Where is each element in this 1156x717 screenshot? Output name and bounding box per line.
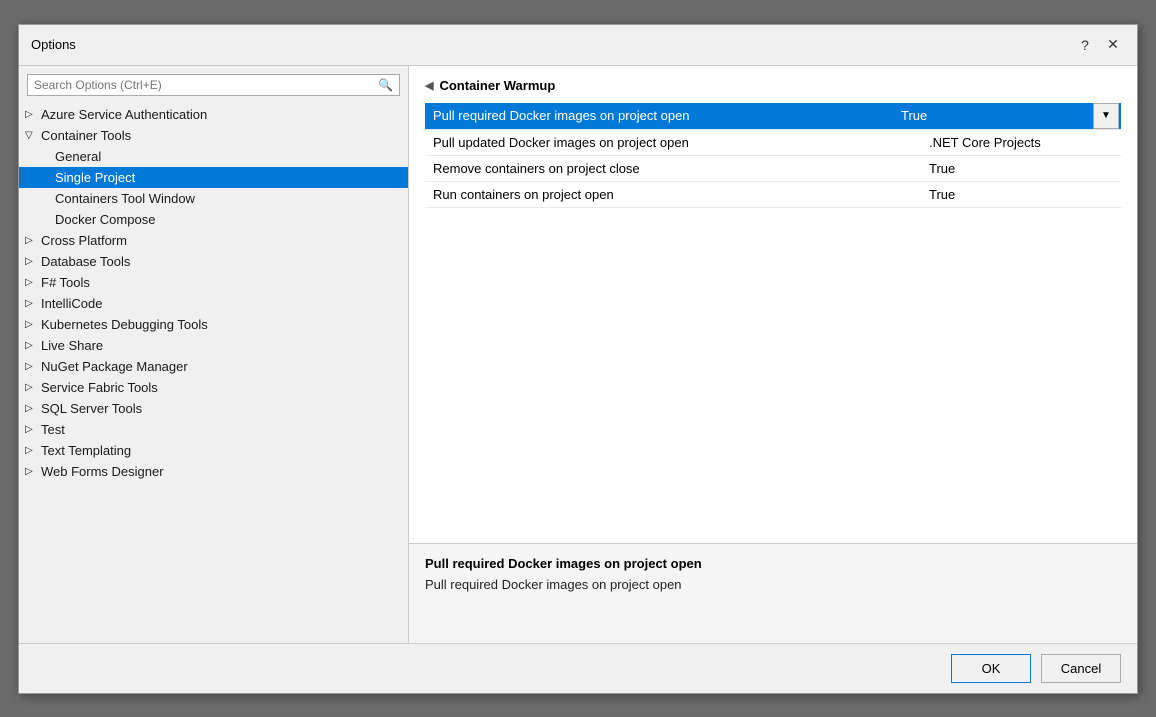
tree-item-azure-service-auth[interactable]: ▷ Azure Service Authentication [19,104,408,125]
tree-arrow-test: ▷ [25,424,37,435]
tree-label-text-templating: Text Templating [41,443,131,458]
search-box[interactable]: 🔍 [27,74,400,96]
tree-arrow-service-fabric: ▷ [25,382,37,393]
search-input[interactable] [34,78,378,92]
tree-item-service-fabric[interactable]: ▷ Service Fabric Tools [19,377,408,398]
tree-item-container-tools[interactable]: ▽ Container Tools [19,125,408,146]
prop-value-pull-required: True [893,104,1093,127]
tree-item-nuget-package[interactable]: ▷ NuGet Package Manager [19,356,408,377]
bottom-bar: OK Cancel [19,643,1137,693]
tree-item-sql-server[interactable]: ▷ SQL Server Tools [19,398,408,419]
description-text: Pull required Docker images on project o… [425,577,1121,592]
tree-label-kubernetes-debugging: Kubernetes Debugging Tools [41,317,208,332]
content-area: 🔍 ▷ Azure Service Authentication ▽ Containe… [19,66,1137,643]
tree-label-sql-server: SQL Server Tools [41,401,142,416]
prop-row-pull-updated[interactable]: Pull updated Docker images on project op… [425,130,1121,156]
tree-item-containers-tool-window[interactable]: Containers Tool Window [19,188,408,209]
tree-area: ▷ Azure Service Authentication ▽ Container … [19,104,408,643]
properties-area: ◀ Container Warmup Pull required Docker … [409,66,1137,543]
prop-value-run-containers: True [921,183,1121,206]
section-arrow-icon: ◀ [425,79,433,92]
prop-name-run-containers: Run containers on project open [425,183,921,206]
tree-item-text-templating[interactable]: ▷ Text Templating [19,440,408,461]
tree-label-single-project: Single Project [55,170,135,185]
tree-item-cross-platform[interactable]: ▷ Cross Platform [19,230,408,251]
help-button[interactable]: ? [1073,33,1097,57]
tree-item-database-tools[interactable]: ▷ Database Tools [19,251,408,272]
cancel-button[interactable]: Cancel [1041,654,1121,683]
tree-item-single-project[interactable]: Single Project [19,167,408,188]
tree-item-web-forms[interactable]: ▷ Web Forms Designer [19,461,408,482]
prop-name-pull-updated: Pull updated Docker images on project op… [425,131,921,154]
tree-arrow-text-templating: ▷ [25,445,37,456]
tree-arrow-database-tools: ▷ [25,256,37,267]
tree-item-docker-compose[interactable]: Docker Compose [19,209,408,230]
tree-item-live-share[interactable]: ▷ Live Share [19,335,408,356]
tree-item-test[interactable]: ▷ Test [19,419,408,440]
prop-name-pull-required: Pull required Docker images on project o… [425,104,893,127]
tree-item-fsharp-tools[interactable]: ▷ F# Tools [19,272,408,293]
tree-label-nuget-package: NuGet Package Manager [41,359,188,374]
tree-label-service-fabric: Service Fabric Tools [41,380,158,395]
title-bar-left: Options [31,37,76,52]
tree-arrow-sql-server: ▷ [25,403,37,414]
left-panel: 🔍 ▷ Azure Service Authentication ▽ Containe… [19,66,409,643]
close-button[interactable]: ✕ [1101,33,1125,57]
tree-label-cross-platform: Cross Platform [41,233,127,248]
options-dialog: Options ? ✕ 🔍 ▷ Azure Service Authenticat… [18,24,1138,694]
search-icon: 🔍 [378,78,393,92]
prop-row-run-containers[interactable]: Run containers on project openTrue [425,182,1121,208]
tree-label-web-forms: Web Forms Designer [41,464,164,479]
tree-arrow-fsharp-tools: ▷ [25,277,37,288]
tree-arrow-kubernetes-debugging: ▷ [25,319,37,330]
tree-arrow-web-forms: ▷ [25,466,37,477]
tree-arrow-container-tools: ▽ [25,130,37,141]
tree-label-live-share: Live Share [41,338,103,353]
properties-table: Pull required Docker images on project o… [425,103,1121,208]
tree-label-intellicode: IntelliCode [41,296,102,311]
prop-row-pull-required[interactable]: Pull required Docker images on project o… [425,103,1121,130]
ok-button[interactable]: OK [951,654,1031,683]
section-title: Container Warmup [439,78,555,93]
title-bar-right: ? ✕ [1073,33,1125,57]
tree-item-intellicode[interactable]: ▷ IntelliCode [19,293,408,314]
tree-arrow-live-share: ▷ [25,340,37,351]
tree-label-azure-service-auth: Azure Service Authentication [41,107,207,122]
right-panel: ◀ Container Warmup Pull required Docker … [409,66,1137,643]
tree-arrow-nuget-package: ▷ [25,361,37,372]
tree-arrow-cross-platform: ▷ [25,235,37,246]
prop-row-remove-containers[interactable]: Remove containers on project closeTrue [425,156,1121,182]
tree-label-database-tools: Database Tools [41,254,130,269]
tree-label-docker-compose: Docker Compose [55,212,155,227]
tree-arrow-azure-service-auth: ▷ [25,109,37,120]
title-bar: Options ? ✕ [19,25,1137,66]
tree-label-fsharp-tools: F# Tools [41,275,90,290]
tree-arrow-intellicode: ▷ [25,298,37,309]
section-header: ◀ Container Warmup [425,78,1121,93]
prop-name-remove-containers: Remove containers on project close [425,157,921,180]
prop-dropdown-pull-required[interactable]: ▼ [1093,103,1119,129]
tree-item-kubernetes-debugging[interactable]: ▷ Kubernetes Debugging Tools [19,314,408,335]
tree-label-test: Test [41,422,65,437]
dialog-title: Options [31,37,76,52]
description-title: Pull required Docker images on project o… [425,556,1121,571]
prop-value-remove-containers: True [921,157,1121,180]
tree-label-general: General [55,149,101,164]
description-area: Pull required Docker images on project o… [409,543,1137,643]
tree-label-container-tools: Container Tools [41,128,131,143]
tree-item-general[interactable]: General [19,146,408,167]
prop-value-pull-updated: .NET Core Projects [921,131,1121,154]
tree-label-containers-tool-window: Containers Tool Window [55,191,195,206]
